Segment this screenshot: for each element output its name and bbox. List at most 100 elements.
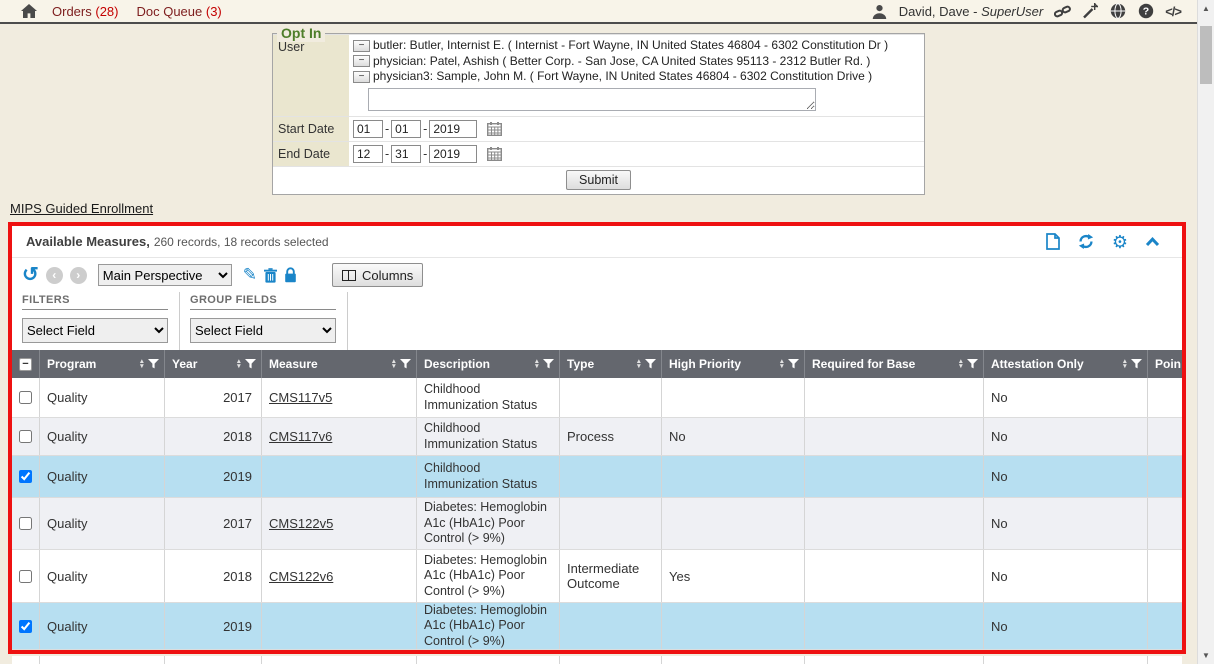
previous-perspective-icon[interactable]: ‹: [46, 267, 63, 284]
filters-select-field[interactable]: Select Field: [22, 318, 168, 343]
refresh-icon[interactable]: [1077, 233, 1095, 250]
edit-perspective-icon[interactable]: ✎: [243, 265, 257, 285]
group-fields-section: GROUP FIELDS Select Field: [190, 292, 348, 350]
cell-year: 2018: [165, 550, 262, 602]
row-checkbox[interactable]: [19, 570, 32, 583]
cell-high-priority: [662, 603, 805, 649]
table-row-selected[interactable]: Quality 2019 Diabetes: Hemoglobin A1c (H…: [12, 603, 1182, 650]
end-date-calendar-icon[interactable]: [487, 147, 502, 161]
filter-funnel-icon[interactable]: [543, 359, 554, 369]
code-icon[interactable]: </>: [1165, 4, 1181, 19]
next-perspective-icon[interactable]: ›: [70, 267, 87, 284]
filter-funnel-icon[interactable]: [148, 359, 159, 369]
header-description[interactable]: Description▲▼: [417, 350, 560, 378]
perspective-select[interactable]: Main Perspective: [98, 264, 232, 286]
filter-funnel-icon[interactable]: [967, 359, 978, 369]
remove-user-button[interactable]: −: [353, 40, 370, 52]
row-checkbox[interactable]: [19, 391, 32, 404]
filter-funnel-icon[interactable]: [400, 359, 411, 369]
start-date-year-input[interactable]: [429, 120, 477, 138]
measure-link[interactable]: CMS117v5: [269, 390, 332, 405]
end-date-year-input[interactable]: [429, 145, 477, 163]
row-checkbox[interactable]: [19, 470, 32, 483]
header-type[interactable]: Type▲▼: [560, 350, 662, 378]
scrollbar-thumb[interactable]: [1200, 26, 1212, 84]
cell-year: 2017: [165, 498, 262, 549]
row-checkbox[interactable]: [19, 430, 32, 443]
selected-user-text: physician: Patel, Ashish ( Better Corp. …: [373, 54, 870, 70]
scroll-up-arrow[interactable]: ▲: [1198, 4, 1214, 13]
user-search-input[interactable]: [368, 88, 816, 111]
header-high-priority[interactable]: High Priority▲▼: [662, 350, 805, 378]
lock-perspective-icon[interactable]: [284, 267, 297, 283]
tab-orders[interactable]: Orders (28): [52, 4, 118, 19]
select-all-checkbox[interactable]: −: [19, 358, 32, 371]
scroll-down-arrow[interactable]: ▼: [1198, 651, 1214, 660]
end-date-day-input[interactable]: [391, 145, 421, 163]
sort-icon[interactable]: ▲▼: [1122, 359, 1128, 369]
remove-user-button[interactable]: −: [353, 71, 370, 83]
measure-link[interactable]: CMS117v6: [269, 429, 332, 444]
cell-program: Quality: [40, 498, 165, 549]
measure-link[interactable]: CMS122v5: [269, 516, 333, 531]
header-year[interactable]: Year▲▼: [165, 350, 262, 378]
vertical-scrollbar[interactable]: ▲ ▼: [1197, 0, 1214, 664]
sort-icon[interactable]: ▲▼: [139, 359, 145, 369]
columns-button[interactable]: Columns: [332, 263, 423, 287]
user-area: David, Dave - SuperUser ? </>: [871, 2, 1181, 20]
tab-doc-queue[interactable]: Doc Queue (3): [136, 4, 221, 19]
cell-attestation-only: No: [984, 498, 1148, 549]
sort-icon[interactable]: ▲▼: [534, 359, 540, 369]
measure-link[interactable]: CMS122v6: [269, 569, 333, 584]
wand-icon[interactable]: [1081, 2, 1099, 20]
table-row[interactable]: Quality 2017 CMS122v5 Diabetes: Hemoglob…: [12, 498, 1182, 550]
current-user-role: SuperUser: [981, 4, 1043, 19]
cell-measure: [262, 456, 417, 497]
submit-button[interactable]: Submit: [566, 170, 631, 190]
collapse-chevron-icon[interactable]: [1145, 237, 1160, 247]
sort-icon[interactable]: ▲▼: [636, 359, 642, 369]
settings-gear-icon[interactable]: ⚙: [1112, 234, 1128, 250]
sort-icon[interactable]: ▲▼: [958, 359, 964, 369]
new-document-icon[interactable]: [1046, 233, 1060, 250]
header-measure[interactable]: Measure▲▼: [262, 350, 417, 378]
table-row-selected[interactable]: Quality 2019 Childhood Immunization Stat…: [12, 456, 1182, 498]
filter-funnel-icon[interactable]: [1131, 359, 1142, 369]
start-date-calendar-icon[interactable]: [487, 122, 502, 136]
sort-icon[interactable]: ▲▼: [779, 359, 785, 369]
table-row[interactable]: Quality 2018 CMS122v6 Diabetes: Hemoglob…: [12, 550, 1182, 603]
end-date-month-input[interactable]: [353, 145, 383, 163]
header-program[interactable]: Program▲▼: [40, 350, 165, 378]
row-checkbox[interactable]: [19, 517, 32, 530]
header-attestation-only[interactable]: Attestation Only▲▼: [984, 350, 1148, 378]
sort-icon[interactable]: ▲▼: [236, 359, 242, 369]
cell-points: [1148, 456, 1182, 497]
filter-funnel-icon[interactable]: [245, 359, 256, 369]
filter-funnel-icon[interactable]: [645, 359, 656, 369]
cell-attestation-only: No: [984, 456, 1148, 497]
filter-funnel-icon[interactable]: [788, 359, 799, 369]
cell-program: Quality: [40, 603, 165, 649]
current-user[interactable]: David, Dave - SuperUser: [899, 4, 1044, 19]
undo-icon[interactable]: ↺: [22, 266, 39, 284]
table-row[interactable]: Quality 2017 CMS117v5 Childhood Immuniza…: [12, 378, 1182, 418]
delete-perspective-icon[interactable]: [264, 268, 277, 283]
globe-icon[interactable]: [1109, 2, 1127, 20]
help-icon[interactable]: ?: [1137, 2, 1155, 20]
table-row[interactable]: Quality 2018 CMS117v6 Childhood Immuniza…: [12, 418, 1182, 456]
mips-guided-enrollment-link[interactable]: MIPS Guided Enrollment: [10, 201, 153, 216]
start-date-month-input[interactable]: [353, 120, 383, 138]
cell-points: [1148, 378, 1182, 417]
link-icon[interactable]: [1053, 2, 1071, 20]
group-fields-select-field[interactable]: Select Field: [190, 318, 336, 343]
home-icon[interactable]: [20, 2, 38, 20]
start-date-day-input[interactable]: [391, 120, 421, 138]
row-checkbox[interactable]: [19, 620, 32, 633]
cell-high-priority: [662, 498, 805, 549]
header-points[interactable]: Poin: [1148, 350, 1182, 378]
cell-program: Quality: [40, 378, 165, 417]
remove-user-button[interactable]: −: [353, 55, 370, 67]
header-required-for-base[interactable]: Required for Base▲▼: [805, 350, 984, 378]
cell-attestation-only: No: [984, 550, 1148, 602]
sort-icon[interactable]: ▲▼: [391, 359, 397, 369]
